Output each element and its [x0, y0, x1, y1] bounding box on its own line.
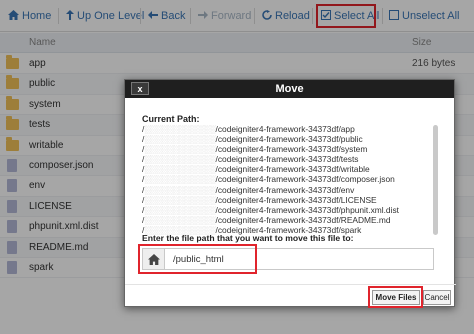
- move-dialog-body: Current Path: /░░░░░░░░░░░░/codeigniter4…: [125, 98, 456, 284]
- redacted-segment: ░░░░░░░░░░░░: [144, 174, 216, 185]
- redacted-segment: ░░░░░░░░░░░░: [144, 144, 216, 155]
- path-entry: /░░░░░░░░░░░░/codeigniter4-framework-343…: [142, 154, 442, 164]
- scrollbar-thumb[interactable]: [433, 125, 438, 235]
- destination-highlight: [138, 244, 257, 274]
- path-text: /codeigniter4-framework-34373df/README.m…: [215, 214, 391, 225]
- path-text: /codeigniter4-framework-34373df/system: [215, 144, 368, 155]
- path-entry: /░░░░░░░░░░░░/codeigniter4-framework-343…: [142, 164, 442, 174]
- path-entry: /░░░░░░░░░░░░/codeigniter4-framework-343…: [142, 144, 442, 154]
- path-text: /codeigniter4-framework-34373df/env: [215, 184, 355, 195]
- path-text: /codeigniter4-framework-34373df/LICENSE: [215, 194, 377, 205]
- redacted-segment: ░░░░░░░░░░░░: [144, 194, 216, 205]
- move-files-highlight: [368, 286, 423, 308]
- path-text: /codeigniter4-framework-34373df/app: [215, 124, 355, 134]
- current-path-label: Current Path:: [142, 114, 200, 124]
- redacted-segment: ░░░░░░░░░░░░: [144, 184, 216, 195]
- current-path-list: /░░░░░░░░░░░░/codeigniter4-framework-343…: [142, 124, 442, 235]
- redacted-segment: ░░░░░░░░░░░░: [144, 164, 216, 175]
- close-icon[interactable]: x: [131, 82, 149, 95]
- redacted-segment: ░░░░░░░░░░░░: [144, 124, 216, 134]
- redacted-segment: ░░░░░░░░░░░░: [144, 214, 216, 225]
- destination-label: Enter the file path that you want to mov…: [142, 233, 354, 243]
- redacted-segment: ░░░░░░░░░░░░: [144, 204, 216, 215]
- cancel-button[interactable]: Cancel: [423, 290, 451, 305]
- move-dialog: x Move Current Path: /░░░░░░░░░░░░/codei…: [124, 79, 456, 308]
- path-text: /codeigniter4-framework-34373df/writable: [215, 164, 370, 175]
- path-text: /codeigniter4-framework-34373df/tests: [215, 154, 359, 165]
- path-text: /codeigniter4-framework-34373df/composer…: [215, 174, 395, 185]
- path-entry: /░░░░░░░░░░░░/codeigniter4-framework-343…: [142, 205, 442, 215]
- redacted-segment: ░░░░░░░░░░░░: [144, 134, 216, 145]
- move-dialog-title-bar: x Move: [125, 80, 454, 98]
- path-entry: /░░░░░░░░░░░░/codeigniter4-framework-343…: [142, 215, 442, 225]
- path-text: /codeigniter4-framework-34373df/public: [215, 134, 363, 145]
- path-entry: /░░░░░░░░░░░░/codeigniter4-framework-343…: [142, 124, 442, 134]
- path-entry: /░░░░░░░░░░░░/codeigniter4-framework-343…: [142, 195, 442, 205]
- path-text: /codeigniter4-framework-34373df/phpunit.…: [215, 204, 399, 215]
- path-entry: /░░░░░░░░░░░░/codeigniter4-framework-343…: [142, 185, 442, 195]
- path-entry: /░░░░░░░░░░░░/codeigniter4-framework-343…: [142, 134, 442, 144]
- move-dialog-title: Move: [275, 83, 304, 95]
- move-dialog-footer: Move Files Cancel: [125, 284, 456, 308]
- redacted-segment: ░░░░░░░░░░░░: [144, 154, 216, 165]
- path-entry: /░░░░░░░░░░░░/codeigniter4-framework-343…: [142, 174, 442, 184]
